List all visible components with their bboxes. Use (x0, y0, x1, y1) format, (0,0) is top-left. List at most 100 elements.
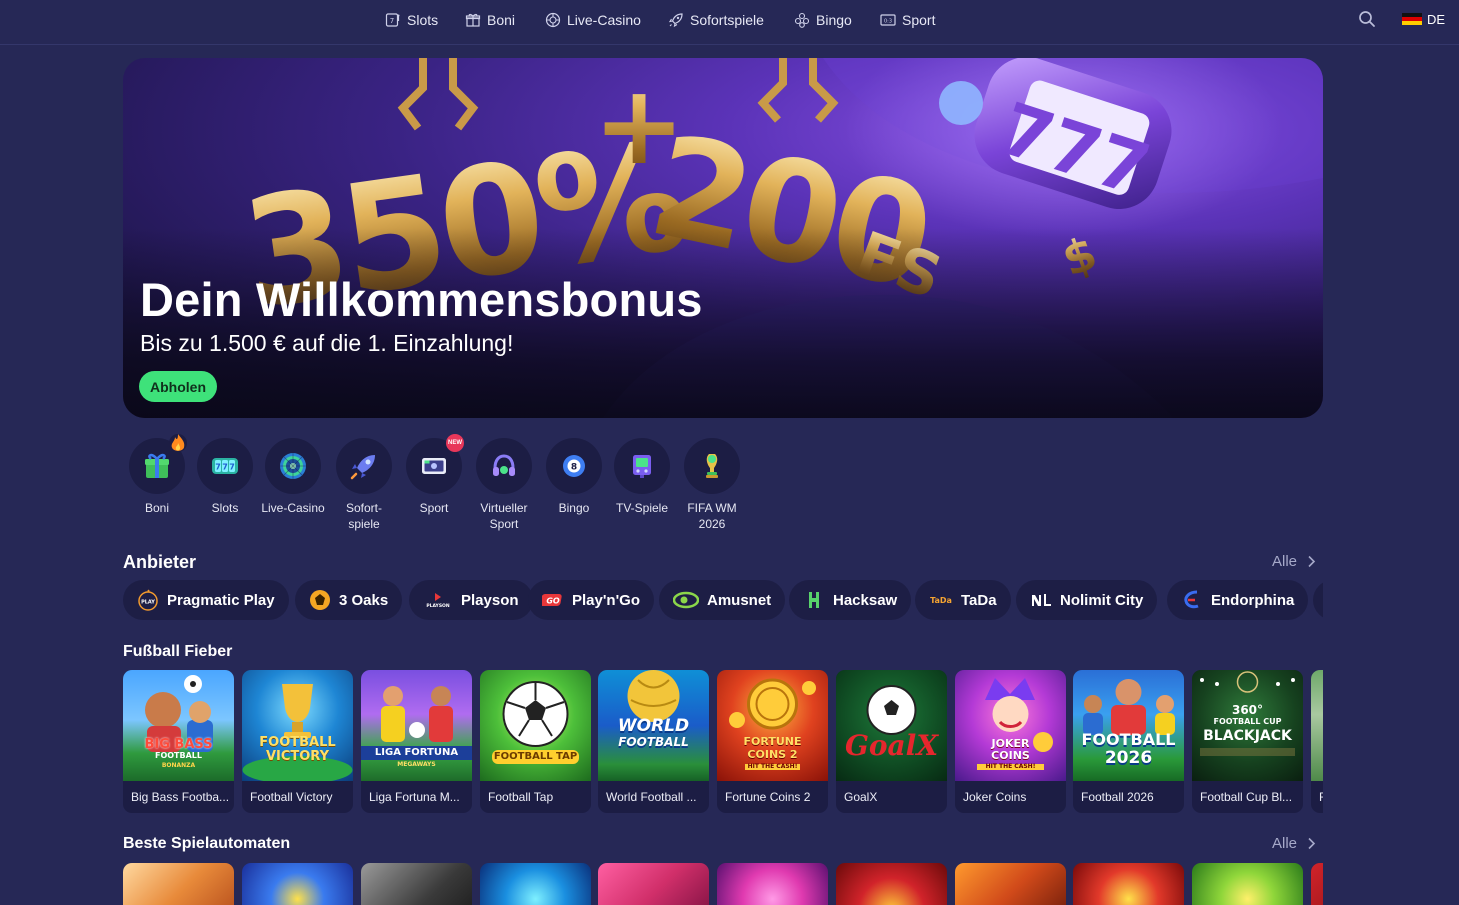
game-tile[interactable]: WORLD FOOTBALL World Football ... (598, 670, 709, 813)
game-thumbnail: BIG BASS FOOTBALL BONANZA (123, 670, 234, 781)
game-thumbnail: FOOTBALL VICTORY (242, 670, 353, 781)
language-selector[interactable]: DE (1402, 10, 1445, 28)
provider-partial[interactable] (1313, 580, 1323, 620)
game-thumbnail (1311, 670, 1323, 781)
football-section-title: Fußball Fieber (123, 643, 233, 660)
game-tile[interactable]: LIGA FORTUNA MEGAWAYS Liga Fortuna M... (361, 670, 472, 813)
hero-title: Dein Willkommensbonus (140, 273, 703, 326)
provider-3-oaks[interactable]: 3 Oaks (295, 580, 403, 620)
category-virtueller-sport[interactable]: Virtueller Sport (466, 438, 542, 532)
game-tile[interactable]: F (1311, 670, 1323, 813)
game-tile[interactable] (1073, 863, 1184, 905)
nav-bingo[interactable]: Bingo (794, 9, 852, 31)
provider-amusnet[interactable]: Amusnet (659, 580, 786, 620)
game-tile[interactable] (955, 863, 1066, 905)
game-tile[interactable]: BIG BASS FOOTBALL BONANZA Big Bass Footb… (123, 670, 234, 813)
game-tile[interactable]: FOOTBALL 2026 Football 2026 (1073, 670, 1184, 813)
game-tile[interactable] (717, 863, 828, 905)
svg-text:GO: GO (546, 597, 560, 606)
nav-live-casino-label: Live-Casino (567, 12, 641, 28)
provider-tada[interactable]: TaDa TaDa (915, 580, 1011, 620)
category-label: Bingo (558, 501, 590, 515)
game-tile[interactable] (836, 863, 947, 905)
svg-text:7: 7 (222, 463, 228, 472)
category-live-casino[interactable]: Live-Casino (255, 438, 331, 516)
providers-all-link[interactable]: Alle (1272, 553, 1316, 570)
provider-label: Pragmatic Play (167, 591, 275, 609)
category-boni[interactable]: Boni (119, 434, 195, 516)
new-badge: NEW (446, 434, 464, 452)
hacksaw-logo-icon (803, 589, 825, 611)
game-tile[interactable] (361, 863, 472, 905)
bingo-balls-icon (794, 12, 810, 28)
game-name: GoalX (844, 790, 878, 804)
game-tile[interactable] (123, 863, 234, 905)
category-live-casino-circle (265, 438, 321, 494)
claim-bonus-button[interactable]: Abholen (139, 371, 217, 402)
provider-nolimit-city[interactable]: Nolimit City (1016, 580, 1158, 620)
game-name: Big Bass Footba... (131, 790, 230, 804)
game-tile[interactable] (1192, 863, 1303, 905)
provider-playngo[interactable]: GO Play'n'Go (528, 580, 654, 620)
tada-logo-icon: TaDa (929, 589, 953, 611)
game-tile[interactable]: 360° FOOTBALL CUP BLACKJACK Football Cup… (1192, 670, 1303, 813)
welcome-bonus-banner[interactable]: 777 $ 350% + 200 FS Dein Willkommensbonu… (123, 58, 1323, 418)
nav-boni[interactable]: Boni (465, 9, 515, 31)
game-thumbnail: FOOTBALL TAP (480, 670, 591, 781)
category-bingo[interactable]: 8 Bingo (536, 438, 612, 516)
category-label: Virtueller Sport (480, 501, 528, 531)
game-tile[interactable] (480, 863, 591, 905)
provider-label: Play'n'Go (572, 591, 640, 609)
category-label: TV-Spiele (615, 501, 669, 515)
search-icon[interactable] (1358, 10, 1376, 28)
fire-badge-icon (169, 434, 187, 452)
game-tile[interactable]: FOOTBALL VICTORY Football Victory (242, 670, 353, 813)
game-tile[interactable] (1311, 863, 1323, 905)
svg-text:7: 7 (229, 463, 235, 472)
game-thumbnail: FOOTBALL 2026 (1073, 670, 1184, 781)
category-boni-circle (129, 434, 187, 494)
svg-text:8: 8 (571, 463, 577, 473)
category-sofortspiele-circle (336, 438, 392, 494)
chevron-right-icon (1308, 837, 1316, 850)
provider-endorphina[interactable]: Endorphina (1167, 580, 1309, 620)
game-name: Football Cup Bl... (1200, 790, 1293, 804)
game-tile[interactable]: GoalX GoalX (836, 670, 947, 813)
nav-slots[interactable]: 7 Slots (385, 9, 438, 31)
game-thumbnail: GoalX (836, 670, 947, 781)
providers-carousel: PLAY Pragmatic Play 3 Oaks PLAYSON Plays… (123, 580, 1323, 620)
roulette-icon (545, 12, 561, 28)
nav-slots-label: Slots (407, 12, 439, 28)
nav-live-casino[interactable]: Live-Casino (545, 9, 641, 31)
game-tile[interactable] (598, 863, 709, 905)
game-thumbnail: WORLD FOOTBALL (598, 670, 709, 781)
provider-playson[interactable]: PLAYSON Playson (409, 580, 533, 620)
game-tile[interactable]: FORTUNE COINS 2 HIT THE CASH! Fortune Co… (717, 670, 828, 813)
slots-all-label: Alle (1272, 835, 1298, 852)
rocket-icon (668, 13, 683, 28)
svg-text:0:3: 0:3 (884, 19, 892, 25)
nav-sport[interactable]: 0:3 Sport (880, 9, 935, 31)
category-tv-spiele[interactable]: TV-Spiele (604, 438, 680, 516)
category-slots[interactable]: 777 Slots (187, 438, 263, 516)
category-label: Sofort- spiele (345, 501, 382, 531)
category-fifa-wm-2026[interactable]: FIFA WM 2026 (674, 438, 750, 532)
category-sport[interactable]: NEW Sport (396, 434, 472, 516)
nav-sofortspiele[interactable]: Sofortspiele (668, 9, 764, 31)
provider-hacksaw[interactable]: Hacksaw (789, 580, 912, 620)
3-oaks-logo-icon (309, 589, 331, 611)
game-tile[interactable]: JOKER COINS HIT THE CASH! Joker Coins (955, 670, 1066, 813)
germany-flag-icon (1402, 13, 1422, 25)
slots-all-link[interactable]: Alle (1272, 835, 1316, 852)
slot-machine-icon: 7 (385, 13, 400, 27)
provider-pragmatic-play[interactable]: PLAY Pragmatic Play (123, 580, 289, 620)
category-label: Boni (144, 501, 170, 515)
game-tile[interactable]: FOOTBALL TAP Football Tap (480, 670, 591, 813)
slots-section-title: Beste Spielautomaten (123, 835, 291, 852)
game-thumbnail: FORTUNE COINS 2 HIT THE CASH! (717, 670, 828, 781)
game-tile[interactable] (242, 863, 353, 905)
provider-label: Endorphina (1211, 591, 1295, 609)
category-sofortspiele[interactable]: Sofort- spiele (326, 438, 402, 532)
endorphina-logo-icon (1181, 589, 1203, 611)
svg-text:PLAYSON: PLAYSON (426, 603, 450, 609)
